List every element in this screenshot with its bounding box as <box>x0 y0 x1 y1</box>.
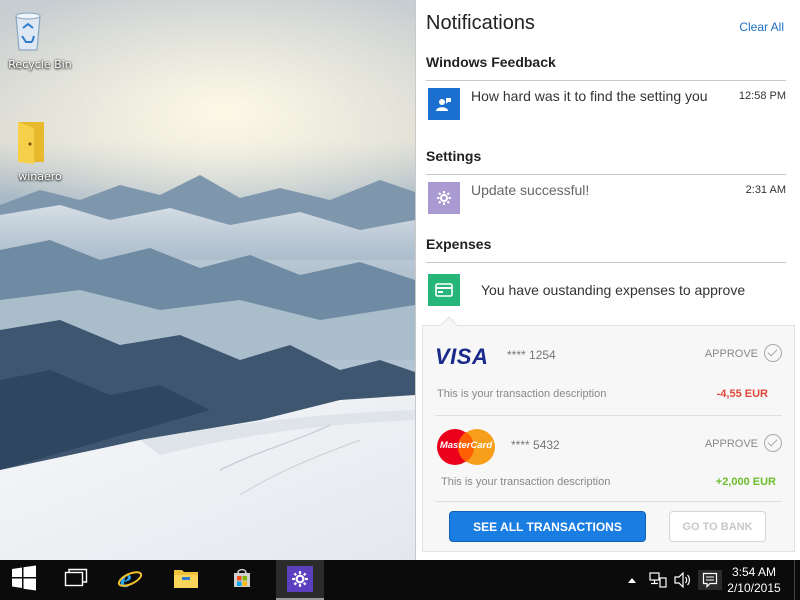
notification-windows-feedback[interactable]: How hard was it to find the setting you … <box>426 82 786 126</box>
divider <box>435 501 782 502</box>
transaction-description: This is your transaction description <box>437 388 607 400</box>
approve-button[interactable]: APPROVE <box>705 438 758 450</box>
approve-check-icon[interactable] <box>764 434 782 452</box>
file-explorer-icon <box>173 567 199 593</box>
task-view-button[interactable] <box>52 560 100 600</box>
action-center-panel: Notifications Clear All Windows Feedback… <box>415 0 800 560</box>
gear-icon <box>287 566 313 592</box>
store-icon <box>231 567 253 593</box>
settings-taskbar-button[interactable] <box>276 560 324 600</box>
desktop-icon-recycle-bin[interactable]: Recycle Bin <box>4 6 76 71</box>
internet-explorer-button[interactable]: e <box>106 560 154 600</box>
task-view-icon <box>64 568 88 592</box>
visa-logo: VISA <box>435 344 497 369</box>
transaction-amount: -4,55 EUR <box>716 388 768 400</box>
clock-time: 3:54 AM <box>731 565 777 579</box>
approve-button[interactable]: APPROVE <box>705 348 758 360</box>
card-number: **** 5432 <box>511 438 560 452</box>
network-icon[interactable] <box>648 570 668 590</box>
notification-text: How hard was it to find the setting you <box>471 88 708 104</box>
transaction-amount: +2,000 EUR <box>715 476 776 488</box>
volume-icon[interactable] <box>672 570 692 590</box>
chevron-up-icon[interactable] <box>622 570 642 590</box>
clock-date: 2/10/2015 <box>727 581 781 595</box>
gear-icon <box>428 182 460 214</box>
clear-all-link[interactable]: Clear All <box>739 20 784 34</box>
notification-text: You have oustanding expenses to approve <box>481 282 746 298</box>
group-title-settings[interactable]: Settings <box>426 148 481 164</box>
divider <box>426 80 786 81</box>
recycle-bin-icon <box>15 6 64 54</box>
store-button[interactable] <box>218 560 266 600</box>
notification-time: 12:58 PM <box>738 90 786 102</box>
notification-expenses[interactable]: You have oustanding expenses to approve <box>426 268 786 312</box>
internet-explorer-icon: e <box>117 564 143 595</box>
start-button[interactable] <box>0 560 48 600</box>
show-desktop-button[interactable] <box>794 560 800 600</box>
panel-title: Notifications <box>426 12 535 34</box>
windows-logo-icon <box>11 565 37 595</box>
action-center-icon[interactable] <box>698 570 722 590</box>
notification-text: Update successful! <box>471 182 590 198</box>
divider <box>426 174 786 175</box>
approve-check-icon[interactable] <box>764 344 782 362</box>
transaction-description: This is your transaction description <box>441 476 611 488</box>
notification-settings[interactable]: Update successful! 2:31 AM <box>426 176 786 220</box>
wallet-icon <box>428 274 460 306</box>
taskbar: e 3:54 AM 2/10/2015 <box>0 560 800 600</box>
feedback-icon <box>428 88 460 120</box>
go-to-bank-button[interactable]: GO TO BANK <box>669 511 766 542</box>
desktop-icon-winaero[interactable]: winaero <box>4 118 76 183</box>
notification-time: 2:31 AM <box>745 184 786 196</box>
desktop-icon-label: Recycle Bin <box>8 58 72 71</box>
transaction-row: VISA **** 1254 APPROVE This is your tran… <box>435 330 782 416</box>
transaction-row: MasterCard **** 5432 APPROVE This is you… <box>435 420 782 506</box>
divider <box>426 262 786 263</box>
file-explorer-button[interactable] <box>162 560 210 600</box>
desktop-icon-label: winaero <box>18 170 62 183</box>
group-title-expenses[interactable]: Expenses <box>426 236 491 252</box>
card-brand: VISA <box>435 344 489 369</box>
expenses-card: VISA **** 1254 APPROVE This is your tran… <box>422 316 795 552</box>
see-all-transactions-button[interactable]: SEE ALL TRANSACTIONS <box>449 511 646 542</box>
mastercard-logo: MasterCard <box>435 428 497 466</box>
folder-icon <box>16 118 64 166</box>
divider <box>435 415 782 416</box>
group-title-windows-feedback[interactable]: Windows Feedback <box>426 54 556 70</box>
card-brand: MasterCard <box>439 440 493 451</box>
panel-header: Notifications Clear All <box>416 0 800 44</box>
card-number: **** 1254 <box>507 348 556 362</box>
taskbar-clock[interactable]: 3:54 AM 2/10/2015 <box>723 564 785 596</box>
